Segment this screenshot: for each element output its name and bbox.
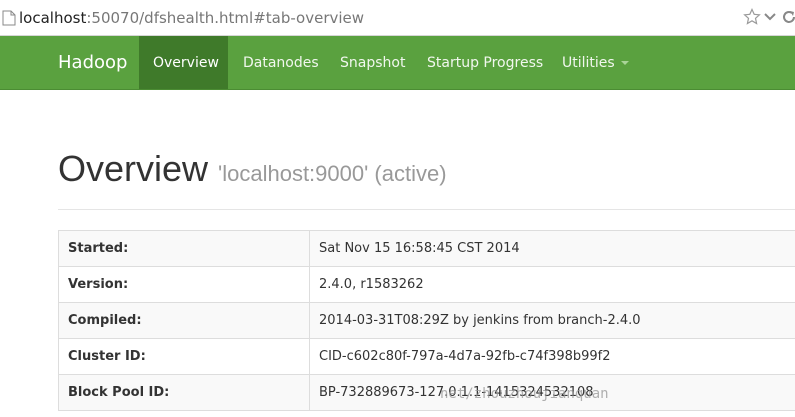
browser-url-bar[interactable]: localhost:50070/dfshealth.html#tab-overv… (0, 0, 795, 36)
table-row: Compiled: 2014-03-31T08:29Z by jenkins f… (58, 302, 795, 339)
url-host: localhost (19, 9, 87, 27)
page-icon (2, 10, 16, 26)
table-row: Block Pool ID: BP-732889673-127.0.1.1-14… (58, 374, 795, 411)
page-subtitle: 'localhost:9000' (active) (218, 161, 447, 186)
page-header: Overview 'localhost:9000' (active) (58, 148, 447, 190)
watermark: net/zhouzhoujianquan (440, 386, 609, 402)
dropdown-caret-icon (620, 61, 629, 65)
page-title: Overview (58, 148, 209, 189)
top-navbar: Hadoop Overview Datanodes Snapshot Start… (0, 36, 795, 90)
row-value: 2.4.0, r1583262 (309, 266, 795, 303)
row-key: Compiled: (58, 302, 310, 339)
nav-overview[interactable]: Overview (139, 36, 228, 89)
refresh-icon[interactable] (781, 9, 795, 25)
url-text[interactable]: localhost:50070/dfshealth.html#tab-overv… (19, 8, 364, 28)
row-value: 2014-03-31T08:29Z by jenkins from branch… (309, 302, 795, 339)
header-divider (58, 209, 795, 210)
nav-utilities-label: Utilities (562, 55, 615, 71)
url-path: :50070/dfshealth.html#tab-overview (86, 9, 365, 27)
row-key: Block Pool ID: (58, 374, 310, 411)
row-key: Version: (58, 266, 310, 303)
nav-startup-progress[interactable]: Startup Progress (412, 36, 548, 89)
table-row: Version: 2.4.0, r1583262 (58, 266, 795, 303)
bookmark-star-icon[interactable] (743, 8, 761, 26)
overview-info-table: Started: Sat Nov 15 16:58:45 CST 2014 Ve… (58, 230, 795, 411)
table-row: Cluster ID: CID-c602c80f-797a-4d7a-92fb-… (58, 338, 795, 375)
brand-logo[interactable]: Hadoop (58, 36, 127, 90)
table-row: Started: Sat Nov 15 16:58:45 CST 2014 (58, 230, 795, 267)
row-value: Sat Nov 15 16:58:45 CST 2014 (309, 230, 795, 267)
row-key: Started: (58, 230, 310, 267)
row-key: Cluster ID: (58, 338, 310, 375)
nav-datanodes[interactable]: Datanodes (228, 36, 324, 89)
row-value: CID-c602c80f-797a-4d7a-92fb-c74f398b99f2 (309, 338, 795, 375)
nav-snapshot[interactable]: Snapshot (324, 36, 412, 89)
chevron-down-icon[interactable] (764, 12, 776, 22)
nav-utilities[interactable]: Utilities (548, 36, 644, 89)
